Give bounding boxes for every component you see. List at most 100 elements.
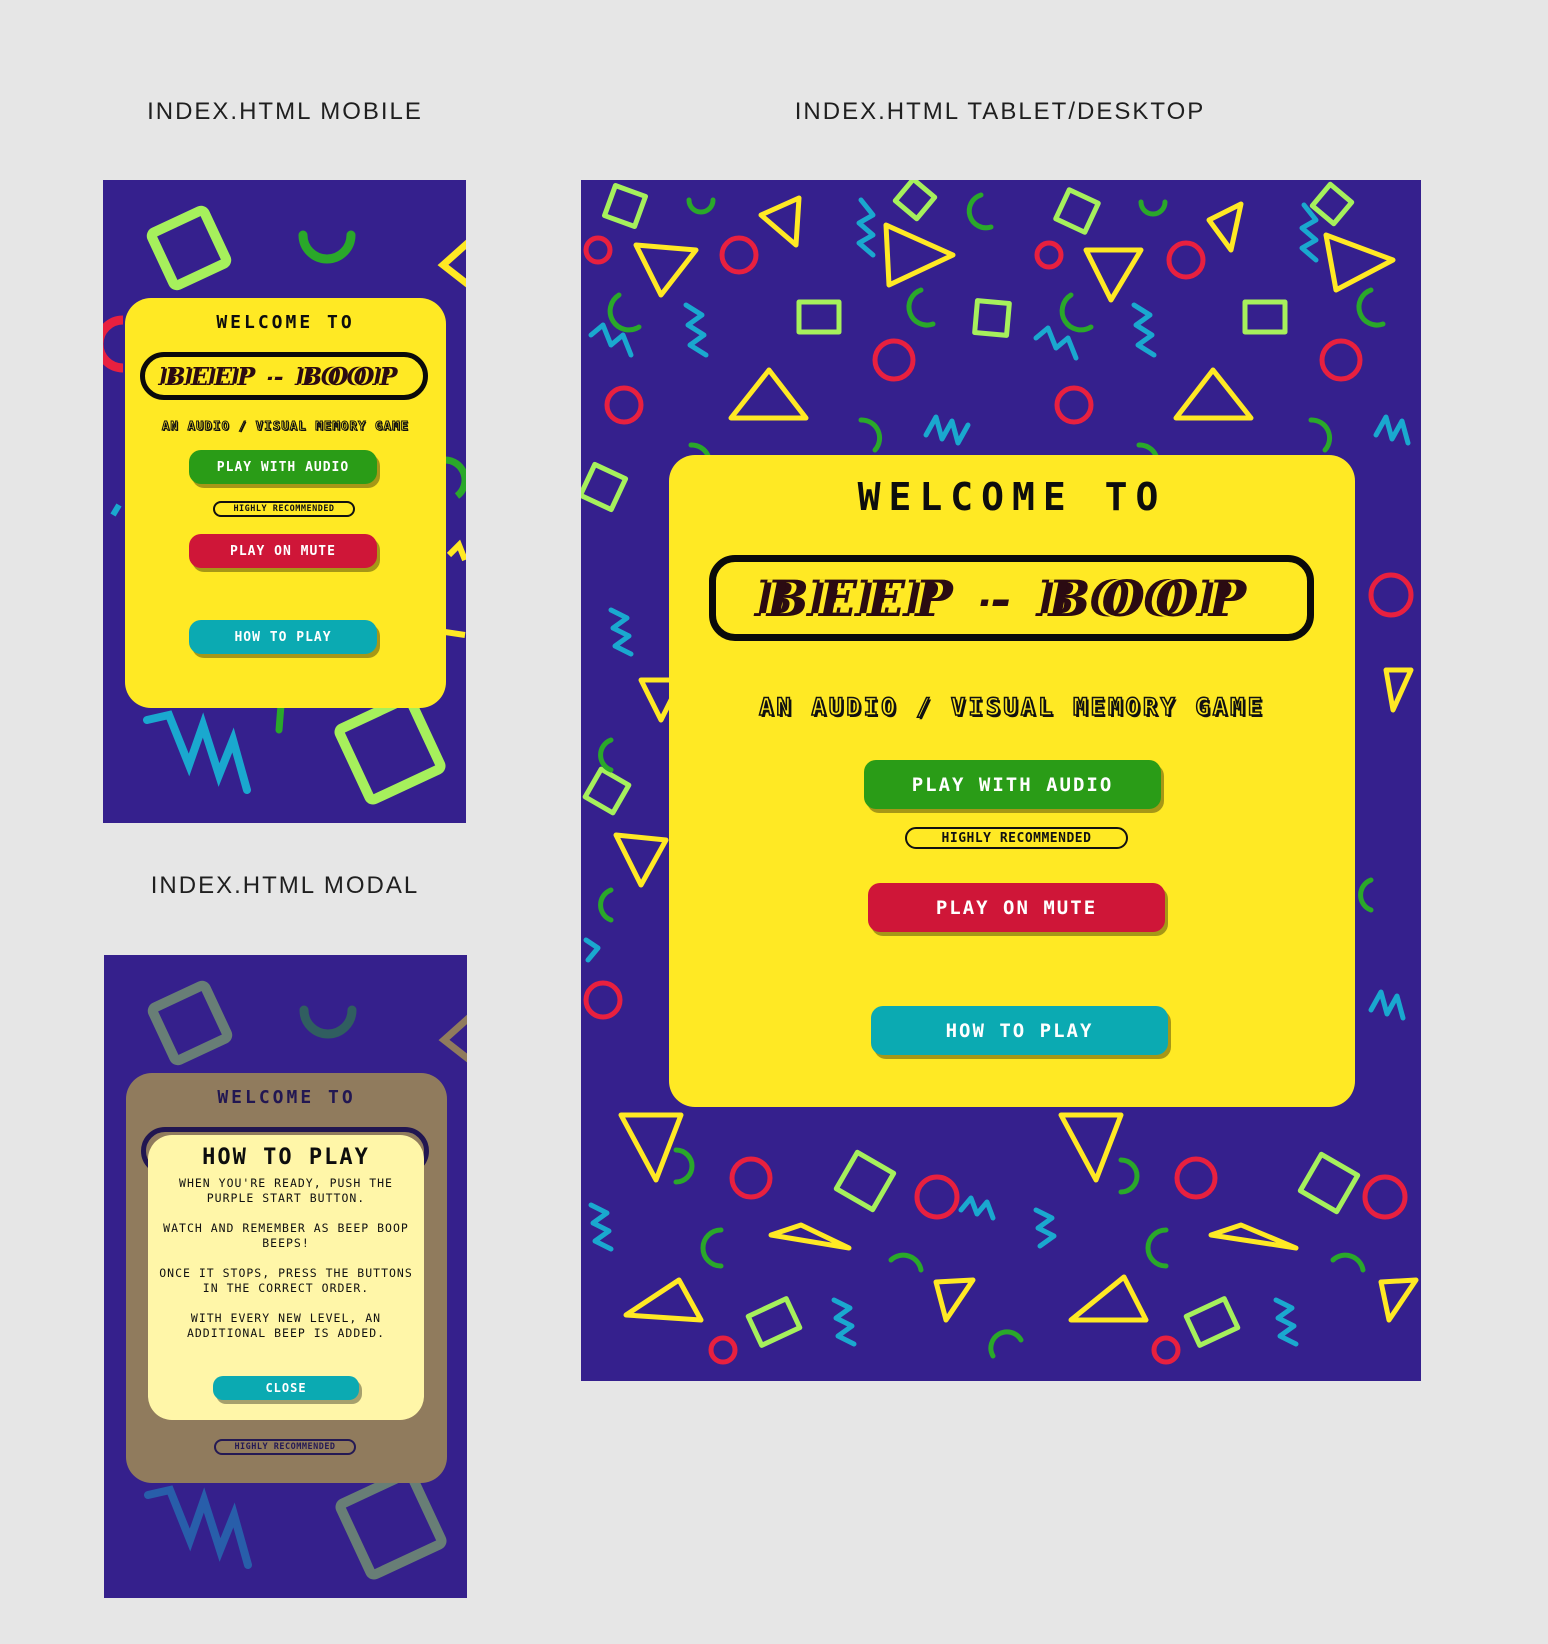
square-shape: [833, 1149, 897, 1213]
arc-shape: [607, 292, 642, 333]
circle-shape: [604, 385, 644, 425]
zigzag-shape: [1033, 325, 1079, 361]
game-subtitle: AN AUDIO / VISUAL MEMORY GAME: [758, 692, 1266, 722]
triangle-shape: [444, 629, 466, 638]
highly-recommended-badge: HIGHLY RECOMMENDED: [905, 827, 1128, 849]
zigzag-shape: [446, 539, 466, 562]
mobile-section-title: INDEX.HTML MOBILE: [147, 98, 423, 125]
triangle-shape: [623, 1277, 704, 1323]
arc-shape: [673, 1147, 695, 1185]
circle-shape: [708, 1335, 738, 1365]
game-subtitle: AN AUDIO / VISUAL MEMORY GAME: [161, 418, 410, 434]
arc-shape: [906, 287, 936, 328]
circle-shape: [583, 980, 623, 1020]
welcome-heading: WELCOME TO: [857, 475, 1167, 519]
zigzag-shape: [1373, 414, 1411, 446]
play-with-audio-button[interactable]: PLAY WITH AUDIO: [864, 760, 1161, 809]
zigzag-shape: [923, 414, 971, 446]
arc-shape: [988, 1329, 1024, 1359]
arc-shape: [888, 1252, 924, 1273]
close-button[interactable]: CLOSE: [213, 1376, 359, 1400]
zigzag-shape: [1368, 989, 1406, 1021]
triangle-shape: [758, 195, 802, 248]
triangle-shape: [1206, 201, 1244, 253]
triangle-shape: [1173, 367, 1254, 421]
square-shape: [1297, 1151, 1361, 1215]
square-shape: [334, 693, 446, 805]
square-shape: [745, 1296, 803, 1348]
square-shape: [1309, 181, 1355, 227]
zigzag-shape: [683, 302, 709, 358]
zigzag-shape: [143, 710, 251, 794]
zigzag-shape: [608, 607, 634, 657]
circle-shape: [1174, 1156, 1218, 1200]
game-logo: BEEP - BOOP: [165, 361, 403, 391]
arc-shape: [1358, 877, 1374, 913]
modal-title: HOW TO PLAY: [202, 1145, 370, 1170]
triangle-shape: [437, 239, 466, 288]
arc-shape: [103, 315, 124, 373]
triangle-shape: [728, 367, 809, 421]
logo-pill: BEEP - BOOP: [709, 555, 1314, 641]
triangle-shape: [1083, 247, 1144, 303]
square-shape: [1183, 1296, 1241, 1348]
square-shape: [146, 205, 232, 291]
arc-shape: [1308, 417, 1333, 453]
play-on-mute-button[interactable]: PLAY ON MUTE: [868, 883, 1165, 932]
triangle-shape: [618, 1112, 684, 1183]
square-shape: [582, 766, 632, 816]
triangle-shape: [613, 832, 669, 888]
zigzag-shape: [1131, 302, 1157, 358]
zigzag-shape: [110, 503, 122, 517]
arc-shape: [598, 737, 614, 773]
how-to-play-button[interactable]: HOW TO PLAY: [189, 620, 377, 654]
square-shape: [1053, 187, 1101, 235]
zigzag-shape: [958, 1195, 996, 1221]
square-shape: [1242, 299, 1288, 335]
triangle-shape: [933, 1277, 976, 1323]
circle-shape: [1319, 338, 1363, 382]
zigzag-shape: [583, 937, 601, 963]
desktop-screen: WELCOME TO BEEP - BOOP AN AUDIO / VISUAL…: [581, 180, 1421, 1381]
triangle-shape: [1378, 1277, 1419, 1323]
modal-screen: WELCOME TO HIGHLY RECOMMENDED HOW TO PLA…: [104, 955, 467, 1598]
play-with-audio-button[interactable]: PLAY WITH AUDIO: [189, 450, 377, 484]
arc-shape: [1138, 199, 1168, 217]
triangle-shape: [633, 242, 699, 298]
arc-shape: [275, 701, 285, 734]
arc-shape: [686, 197, 716, 215]
arc-shape: [1330, 1252, 1366, 1273]
zigzag-shape: [588, 1202, 614, 1252]
triangle-shape: [1068, 1274, 1149, 1323]
mobile-screen: WELCOME TO BEEP - BOOP AN AUDIO / VISUAL…: [103, 180, 466, 823]
zigzag-shape: [831, 1297, 857, 1347]
modal-section-title: INDEX.HTML MODAL: [150, 872, 420, 899]
arc-shape: [298, 230, 356, 264]
game-logo: BEEP - BOOP: [766, 568, 1257, 628]
square-shape: [892, 180, 938, 222]
circle-shape: [914, 1174, 960, 1220]
arc-shape: [444, 456, 466, 499]
zigzag-shape: [1033, 1207, 1057, 1249]
how-to-play-modal: HOW TO PLAY WHEN YOU'RE READY, PUSH THE …: [148, 1135, 424, 1420]
circle-shape: [719, 235, 759, 275]
circle-shape: [583, 235, 613, 265]
play-on-mute-button[interactable]: PLAY ON MUTE: [189, 534, 377, 568]
instruction-2: WATCH AND REMEMBER AS BEEP BOOP BEEPS!: [163, 1221, 409, 1250]
triangle-shape: [1058, 1112, 1124, 1183]
instruction-3: ONCE IT STOPS, PRESS THE BUTTONS IN THE …: [159, 1266, 413, 1295]
circle-shape: [1054, 385, 1094, 425]
instruction-1: WHEN YOU'RE READY, PUSH THE PURPLE START…: [179, 1176, 393, 1205]
triangle-shape: [768, 1222, 852, 1251]
circle-shape: [1166, 240, 1206, 280]
square-shape: [601, 182, 649, 230]
triangle-shape: [883, 222, 956, 288]
highly-recommended-badge: HIGHLY RECOMMENDED: [213, 501, 355, 517]
welcome-heading: WELCOME TO: [216, 312, 355, 333]
arc-shape: [598, 887, 614, 923]
circle-shape: [1034, 240, 1064, 270]
circle-shape: [729, 1156, 773, 1200]
how-to-play-button[interactable]: HOW TO PLAY: [871, 1006, 1168, 1055]
welcome-card: WELCOME TO BEEP - BOOP AN AUDIO / VISUAL…: [669, 455, 1355, 1107]
triangle-shape: [1323, 232, 1396, 293]
